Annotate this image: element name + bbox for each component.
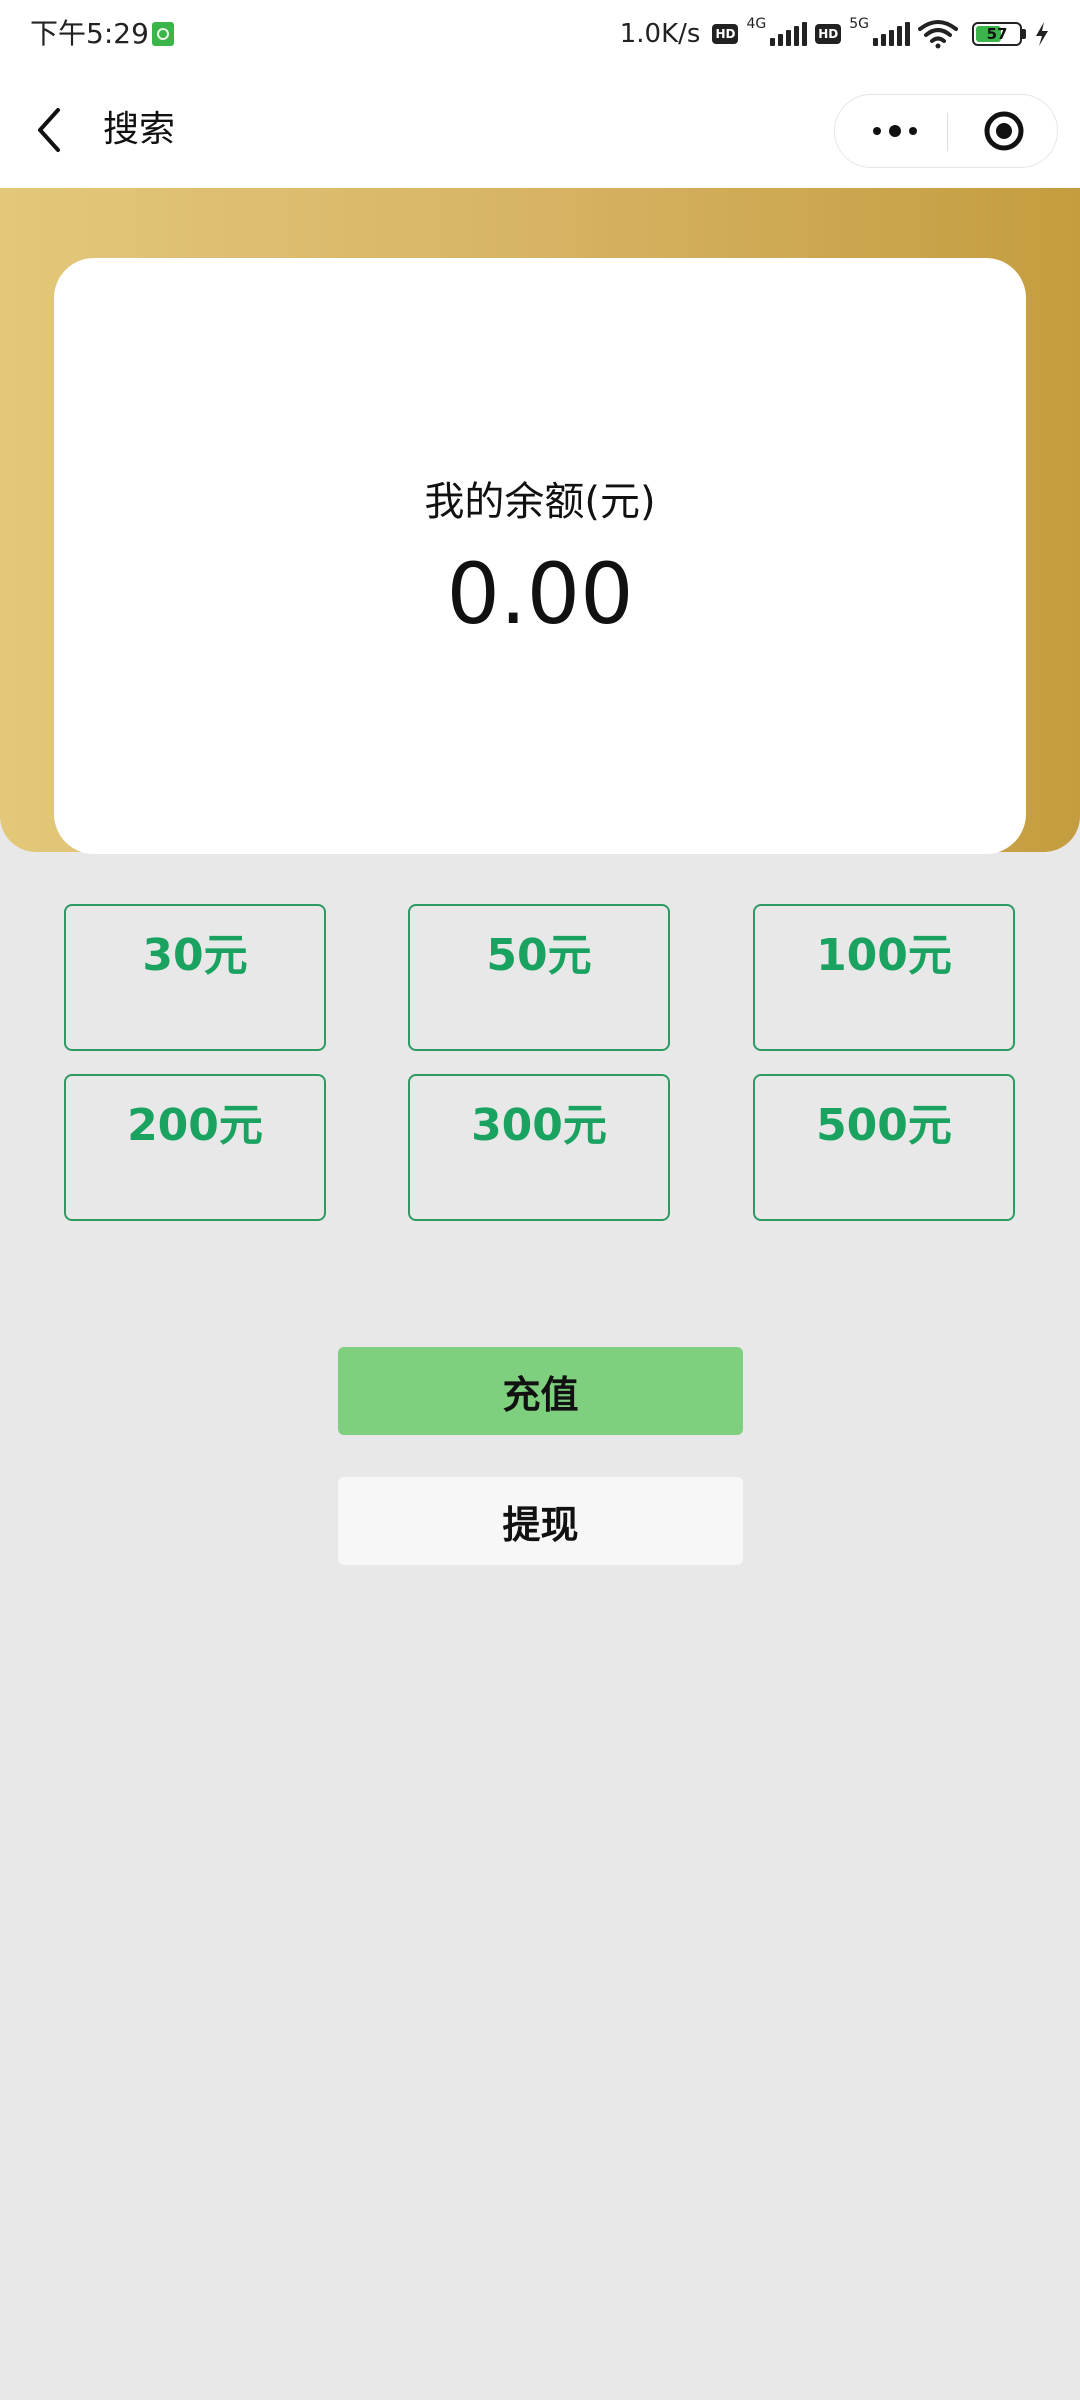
hd-badge: HD xyxy=(712,24,739,44)
status-bar: 下午5:29 1.0K/s HD 4G HD 5G 57 xyxy=(0,0,1080,70)
battery-percent: 57 xyxy=(986,25,1008,43)
more-icon[interactable] xyxy=(865,95,925,167)
page-title: 搜索 xyxy=(103,109,176,150)
signal-icon-2 xyxy=(873,22,910,46)
balance-value: 0.00 xyxy=(446,545,634,643)
network-type-label-2: 5G xyxy=(849,16,869,32)
network-speed: 1.0K/s xyxy=(619,19,701,49)
close-target-icon[interactable] xyxy=(983,110,1025,152)
withdraw-button[interactable]: 提现 xyxy=(338,1477,743,1565)
amount-option-200[interactable]: 200元 xyxy=(64,1074,326,1221)
nav-bar: 搜索 xyxy=(0,70,1080,188)
battery-icon: 57 xyxy=(972,22,1022,46)
amount-option-30[interactable]: 30元 xyxy=(64,904,326,1051)
charging-icon xyxy=(1036,22,1048,46)
app-notification-icon xyxy=(152,22,174,46)
capsule-divider xyxy=(947,113,948,151)
back-icon[interactable] xyxy=(26,100,76,160)
wifi-icon xyxy=(918,20,958,49)
amount-option-300[interactable]: 300元 xyxy=(408,1074,670,1221)
status-time: 下午5:29 xyxy=(30,17,149,50)
amount-option-50[interactable]: 50元 xyxy=(408,904,670,1051)
balance-card: 我的余额(元) 0.00 xyxy=(54,258,1026,854)
status-indicators: 1.0K/s HD 4G HD 5G 57 xyxy=(620,14,1050,54)
amount-option-500[interactable]: 500元 xyxy=(753,1074,1015,1221)
network-type-label: 4G xyxy=(746,16,767,32)
signal-icon xyxy=(770,22,808,46)
balance-label: 我的余额(元) xyxy=(424,479,656,525)
battery-tip xyxy=(1022,29,1026,39)
mini-program-capsule xyxy=(834,94,1058,168)
amount-option-100[interactable]: 100元 xyxy=(753,904,1015,1051)
recharge-button[interactable]: 充值 xyxy=(338,1347,743,1435)
hd-badge-2: HD xyxy=(815,24,842,44)
